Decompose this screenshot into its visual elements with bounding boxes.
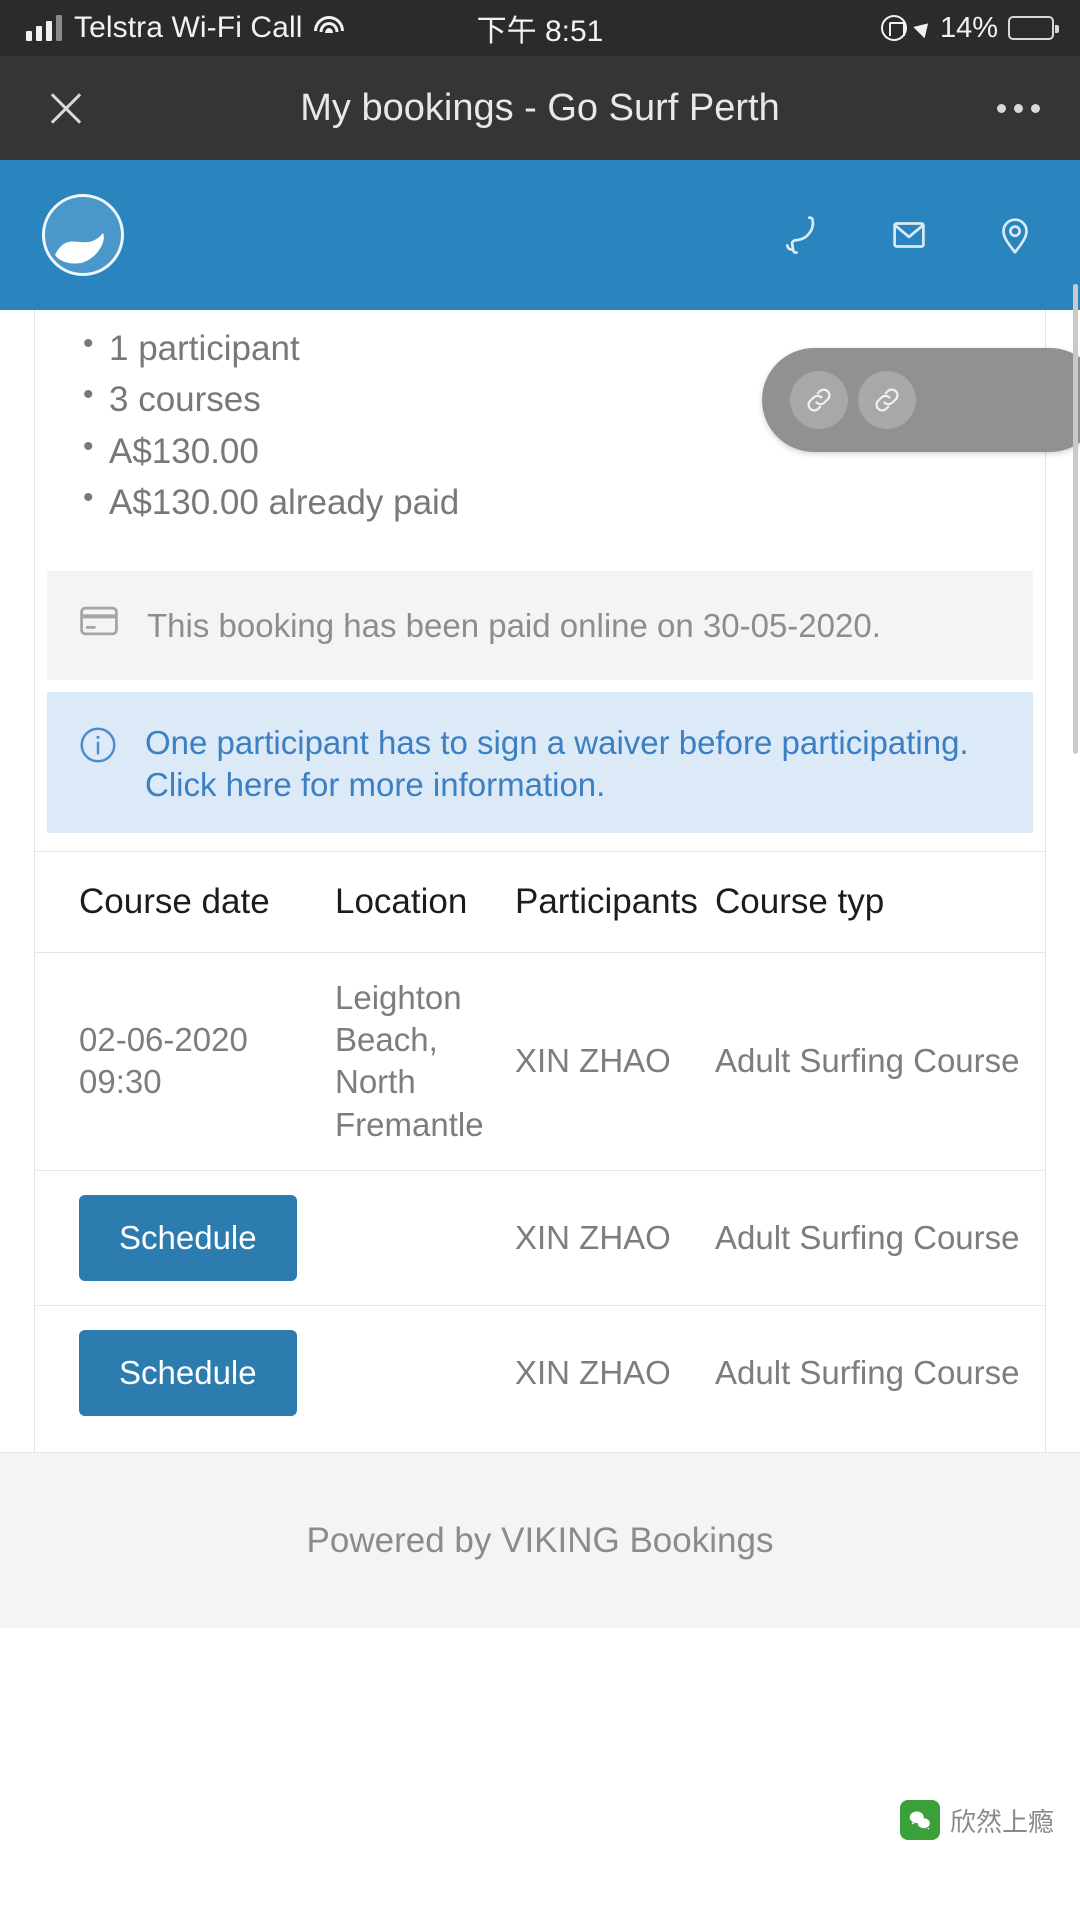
table-row: 02-06-2020 09:30 Leighton Beach, North F… — [35, 952, 1045, 1171]
payment-notice-text: This booking has been paid online on 30-… — [147, 607, 881, 645]
column-header-course-date: Course date — [35, 850, 335, 953]
brand-header — [0, 160, 1080, 310]
close-icon[interactable] — [40, 82, 92, 134]
column-header-participants: Participants — [515, 850, 715, 953]
cell-location — [335, 1305, 515, 1440]
cell-course-date: Schedule — [35, 1170, 335, 1306]
cell-course-type: Adult Surfing Course — [715, 952, 1045, 1171]
page-content: 1 participant 3 courses A$130.00 A$130.0… — [0, 310, 1080, 1478]
link-icon-right[interactable] — [858, 371, 916, 429]
info-circle-icon — [77, 724, 119, 775]
location-pin-icon[interactable] — [992, 212, 1038, 258]
status-bar: Telstra Wi-Fi Call 下午 8:51 14% — [0, 0, 1080, 56]
courses-table-scroll[interactable]: Course date Location Participants Course… — [35, 850, 1045, 1440]
wechat-icon — [899, 1800, 940, 1840]
courses-table: Course date Location Participants Course… — [35, 850, 1045, 1440]
table-header-row: Course date Location Participants Course… — [35, 850, 1045, 953]
more-options-icon[interactable] — [997, 103, 1040, 113]
footer-text: Powered by VIKING Bookings — [306, 1520, 774, 1560]
link-icon-left[interactable] — [790, 371, 848, 429]
cell-course-date: Schedule — [35, 1305, 335, 1440]
email-icon[interactable] — [886, 212, 932, 258]
cell-course-type: Adult Surfing Course — [715, 1170, 1045, 1306]
cell-course-date: 02-06-2020 09:30 — [35, 952, 335, 1171]
waiver-notice[interactable]: One participant has to sign a waiver bef… — [47, 692, 1033, 833]
column-header-course-type: Course typ — [715, 850, 1045, 953]
battery-icon — [1008, 16, 1059, 40]
table-row: Schedule XIN ZHAO Adult Surfing Course — [35, 1305, 1045, 1440]
cell-participants: XIN ZHAO — [515, 1170, 715, 1306]
wechat-watermark: 欣然上瘾 — [899, 1800, 1054, 1840]
table-row: Schedule XIN ZHAO Adult Surfing Course — [35, 1170, 1045, 1306]
go-surf-perth-wave-logo — [42, 194, 124, 276]
cell-participants: XIN ZHAO — [515, 952, 715, 1171]
footer: Powered by VIKING Bookings — [0, 1452, 1080, 1628]
floating-share-pill[interactable] — [762, 348, 1080, 452]
list-item: A$130.00 already paid — [79, 480, 1001, 523]
column-header-location: Location — [335, 850, 515, 953]
schedule-button[interactable]: Schedule — [79, 1194, 297, 1281]
credit-card-icon — [77, 599, 121, 652]
cell-participants: XIN ZHAO — [515, 1353, 671, 1391]
cell-location — [335, 1170, 515, 1306]
booking-card: 1 participant 3 courses A$130.00 A$130.0… — [34, 310, 1046, 1440]
wechat-account-name: 欣然上瘾 — [949, 1806, 1054, 1837]
payment-notice: This booking has been paid online on 30-… — [47, 571, 1033, 681]
schedule-button[interactable]: Schedule — [79, 1329, 297, 1416]
page-scrollbar[interactable] — [1073, 284, 1078, 754]
rotation-lock-icon — [880, 15, 907, 41]
navigation-bar: My bookings - Go Surf Perth — [0, 56, 1080, 160]
page-title: My bookings - Go Surf Perth — [300, 86, 780, 129]
cell-course-type: Adult Surfing Course — [715, 1353, 1020, 1391]
phone-icon[interactable] — [780, 212, 826, 258]
brand-header-actions — [780, 212, 1038, 258]
cell-location: Leighton Beach, North Fremantle — [335, 952, 515, 1171]
waiver-notice-text[interactable]: One participant has to sign a waiver bef… — [145, 720, 1003, 805]
